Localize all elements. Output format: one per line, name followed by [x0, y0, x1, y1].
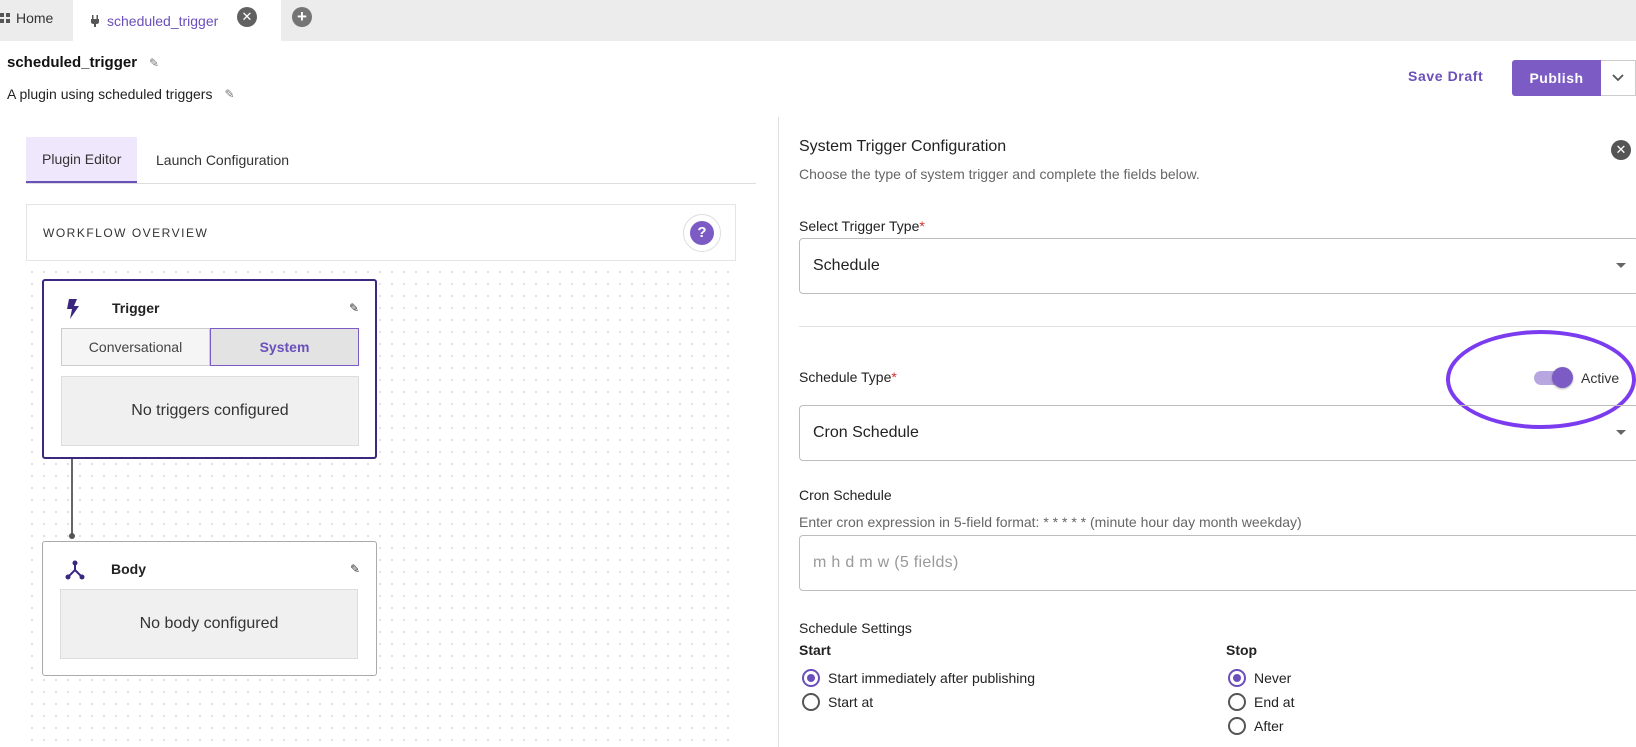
radio-label: Start at [828, 694, 874, 710]
tab-bar: Home scheduled_trigger ✕ + [0, 0, 1636, 41]
edit-trigger-icon[interactable]: ✎ [349, 301, 359, 315]
radio-never[interactable]: Never [1228, 669, 1291, 687]
section-divider [799, 326, 1636, 327]
edit-subtitle-icon[interactable]: ✎ [224, 87, 234, 101]
lightning-icon [67, 299, 79, 319]
close-icon[interactable]: ✕ [237, 7, 257, 27]
publish-dropdown-button[interactable] [1601, 60, 1636, 96]
schedule-type-label: Schedule Type [799, 369, 892, 385]
body-node-title: Body [111, 561, 146, 577]
page-title: scheduled_trigger [7, 54, 138, 71]
radio-label: End at [1254, 694, 1295, 710]
trigger-type-label-row: Select Trigger Type* [799, 218, 925, 234]
cron-hint: Enter cron expression in 5-field format:… [799, 514, 1302, 530]
help-icon: ? [690, 221, 714, 245]
publish-button[interactable]: Publish [1512, 60, 1601, 96]
panel-divider [778, 117, 779, 747]
grid-icon [0, 13, 10, 23]
close-panel-icon[interactable]: ✕ [1611, 140, 1631, 160]
add-tab-icon[interactable]: + [292, 7, 312, 27]
trigger-node[interactable]: Trigger ✎ Conversational System No trigg… [42, 279, 377, 459]
trigger-node-title: Trigger [112, 300, 160, 316]
radio-button[interactable] [1228, 717, 1246, 735]
tab-home[interactable]: Home [0, 0, 53, 36]
no-triggers-placeholder: No triggers configured [61, 376, 359, 446]
tab-scheduled-trigger[interactable]: scheduled_trigger ✕ [73, 0, 281, 41]
tab-plugin-editor[interactable]: Plugin Editor [26, 137, 138, 183]
radio-label: After [1254, 718, 1284, 734]
trigger-type-toggle: Conversational System [61, 328, 359, 366]
node-connector [71, 459, 73, 537]
page-subtitle-row: A plugin using scheduled triggers ✎ [7, 86, 235, 102]
tab-launch-configuration[interactable]: Launch Configuration [140, 137, 305, 183]
radio-label: Never [1254, 670, 1292, 686]
radio-after[interactable]: After [1228, 717, 1284, 735]
cron-schedule-label: Cron Schedule [799, 487, 892, 503]
caret-down-icon [1616, 263, 1626, 268]
no-body-placeholder: No body configured [60, 589, 358, 659]
radio-button[interactable] [802, 693, 820, 711]
schedule-type-label-row: Schedule Type* [799, 369, 897, 385]
connector-dot [69, 533, 75, 539]
radio-end-at[interactable]: End at [1228, 693, 1294, 711]
workflow-overview-header: WORKFLOW OVERVIEW ? [26, 204, 736, 261]
stop-label: Stop [1226, 642, 1258, 658]
schedule-type-value: Cron Schedule [813, 424, 919, 441]
page-subtitle: A plugin using scheduled triggers [7, 86, 213, 102]
tabs-divider [26, 183, 756, 184]
trigger-type-value: Schedule [813, 257, 880, 274]
edit-body-icon[interactable]: ✎ [350, 562, 360, 576]
caret-down-icon [1616, 430, 1626, 435]
radio-label: Start immediately after publishing [828, 670, 1035, 686]
panel-title: System Trigger Configuration [799, 138, 1007, 155]
required-mark: * [919, 218, 925, 234]
tab-active-label: scheduled_trigger [107, 12, 219, 29]
body-node[interactable]: Body ✎ No body configured [42, 541, 377, 676]
panel-description: Choose the type of system trigger and co… [799, 166, 1200, 182]
schedule-settings-label: Schedule Settings [799, 620, 912, 636]
tab-home-label: Home [16, 10, 54, 26]
radio-start-immediately[interactable]: Start immediately after publishing [802, 669, 1035, 687]
branch-icon [65, 560, 85, 580]
segment-conversational[interactable]: Conversational [61, 328, 210, 366]
radio-start-at[interactable]: Start at [802, 693, 873, 711]
help-button[interactable]: ? [683, 214, 721, 252]
page-title-row: scheduled_trigger ✎ [7, 54, 159, 71]
radio-button[interactable] [802, 669, 820, 687]
segment-system[interactable]: System [210, 328, 359, 366]
cron-expression-input[interactable]: m h d m w (5 fields) [799, 535, 1636, 591]
radio-button[interactable] [1228, 693, 1246, 711]
save-draft-button[interactable]: Save Draft [1408, 68, 1483, 84]
plug-icon [91, 14, 99, 27]
workflow-overview-title: WORKFLOW OVERVIEW [43, 226, 209, 240]
radio-button[interactable] [1228, 669, 1246, 687]
trigger-type-label: Select Trigger Type [799, 218, 920, 234]
schedule-type-select[interactable]: Cron Schedule [799, 405, 1636, 461]
chevron-down-icon [1612, 74, 1624, 82]
edit-title-icon[interactable]: ✎ [149, 56, 159, 70]
trigger-type-select[interactable]: Schedule [799, 238, 1636, 294]
required-mark: * [891, 369, 897, 385]
start-label: Start [799, 642, 831, 658]
